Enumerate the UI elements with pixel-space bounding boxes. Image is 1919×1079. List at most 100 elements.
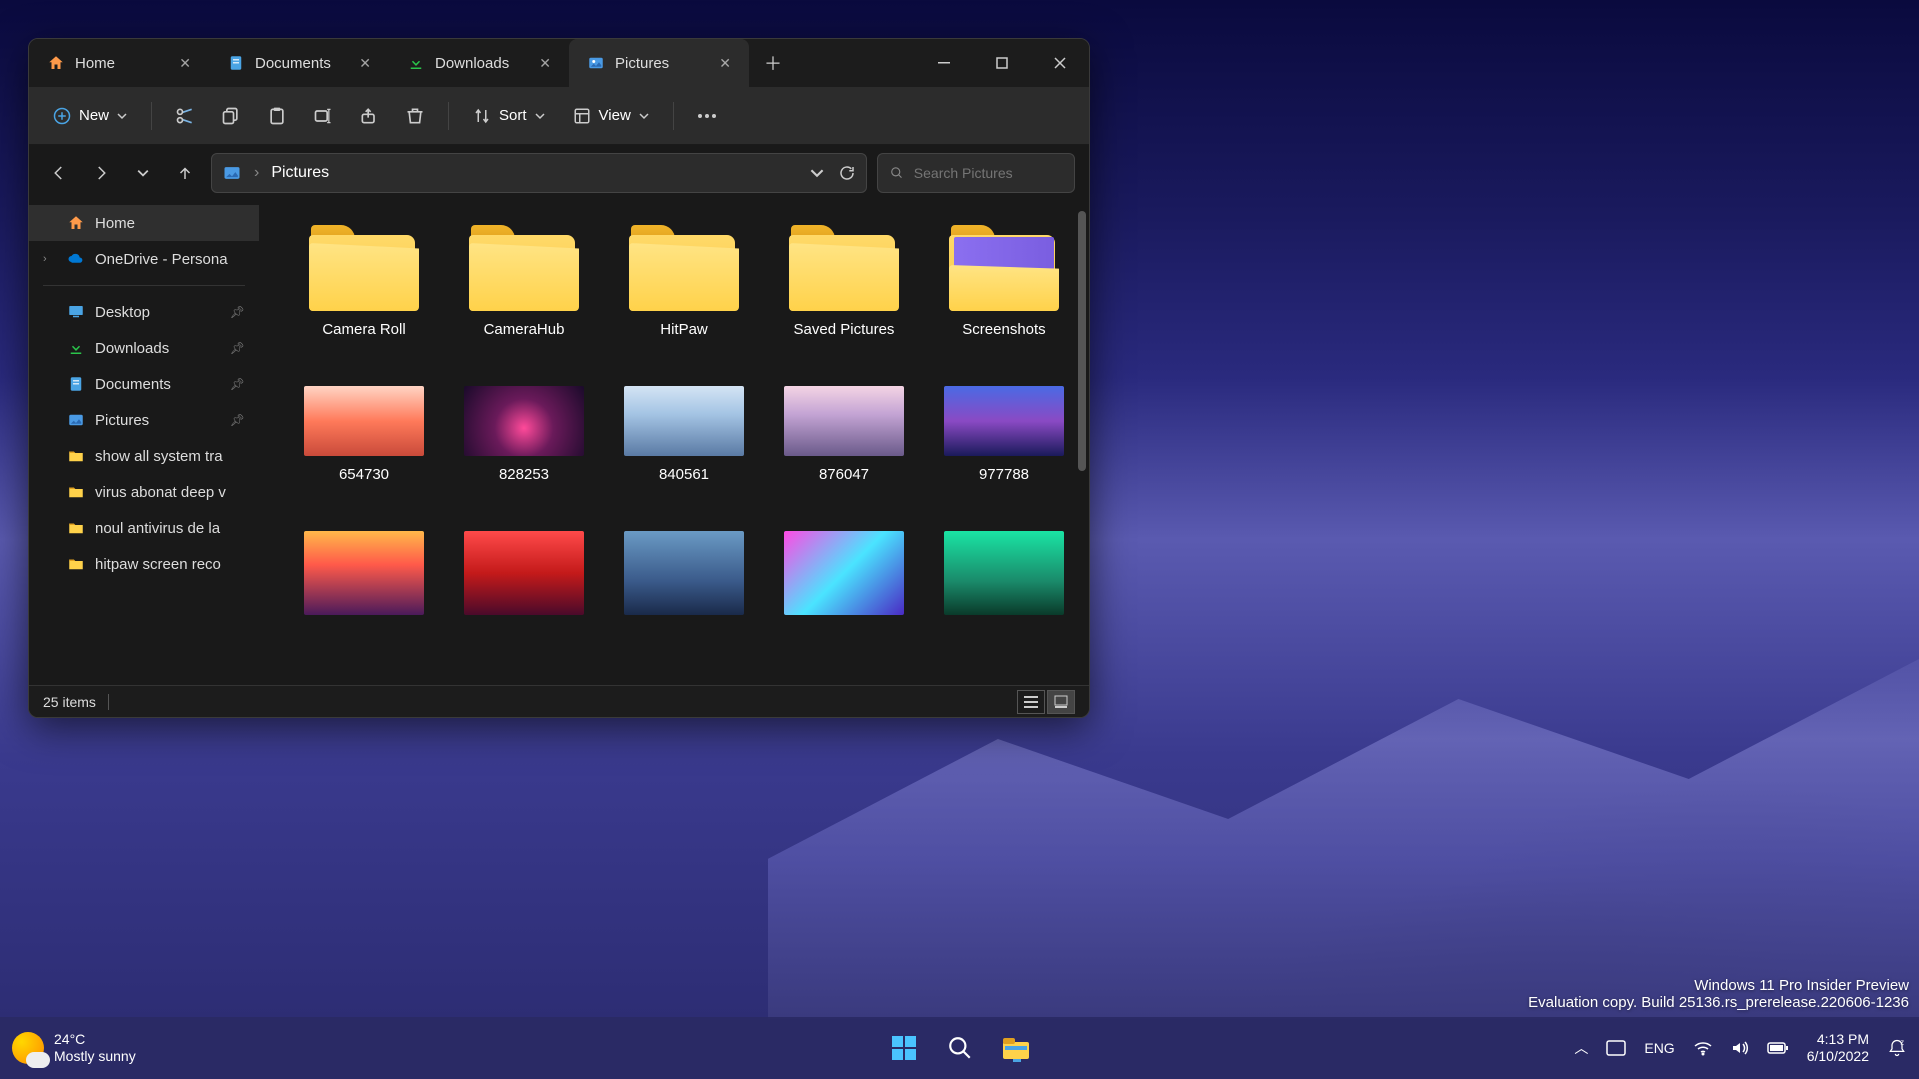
tray-chevron-icon[interactable]: ︿ bbox=[1574, 1038, 1588, 1058]
image-item[interactable] bbox=[289, 527, 439, 619]
breadcrumb[interactable]: › Pictures bbox=[211, 153, 867, 193]
view-icon bbox=[573, 107, 591, 125]
file-explorer-window: Home ✕ Documents ✕ Downloads ✕ Pictures … bbox=[28, 38, 1090, 718]
close-icon[interactable]: ✕ bbox=[715, 51, 735, 76]
image-item[interactable]: 876047 bbox=[769, 382, 919, 487]
folder-item[interactable]: Screenshots bbox=[929, 221, 1079, 342]
item-label: Saved Pictures bbox=[794, 321, 895, 338]
folder-icon bbox=[67, 555, 85, 573]
date: 6/10/2022 bbox=[1807, 1048, 1869, 1065]
sort-button[interactable]: Sort bbox=[461, 99, 557, 133]
folder-icon bbox=[67, 519, 85, 537]
scrollbar[interactable] bbox=[1078, 211, 1086, 471]
new-label: New bbox=[79, 107, 109, 124]
view-button[interactable]: View bbox=[561, 99, 661, 133]
notification-icon[interactable]: z bbox=[1887, 1038, 1907, 1058]
item-label: Camera Roll bbox=[322, 321, 405, 338]
sidebar-item[interactable]: noul antivirus de la bbox=[29, 510, 259, 546]
folder-item[interactable]: Saved Pictures bbox=[769, 221, 919, 342]
close-button[interactable] bbox=[1031, 42, 1089, 84]
maximize-button[interactable] bbox=[973, 42, 1031, 84]
sidebar-label: Downloads bbox=[95, 340, 169, 357]
image-item[interactable] bbox=[929, 527, 1079, 619]
image-item[interactable] bbox=[769, 527, 919, 619]
language-indicator[interactable]: ENG bbox=[1644, 1040, 1674, 1056]
tab-pictures[interactable]: Pictures ✕ bbox=[569, 39, 749, 87]
refresh-icon[interactable] bbox=[838, 164, 856, 182]
sidebar-item[interactable]: virus abonat deep v bbox=[29, 474, 259, 510]
sidebar-item[interactable]: Pictures📌︎ bbox=[29, 402, 259, 438]
copy-button[interactable] bbox=[210, 95, 252, 137]
new-tab-button[interactable]: ＋ bbox=[749, 39, 797, 87]
folder-icon bbox=[67, 447, 85, 465]
item-label: 977788 bbox=[979, 466, 1029, 483]
image-item[interactable]: 977788 bbox=[929, 382, 1079, 487]
rename-button[interactable] bbox=[302, 95, 344, 137]
folder-item[interactable]: CameraHub bbox=[449, 221, 599, 342]
image-item[interactable]: 654730 bbox=[289, 382, 439, 487]
forward-button[interactable] bbox=[85, 157, 117, 189]
tab-documents[interactable]: Documents ✕ bbox=[209, 39, 389, 87]
item-label: 840561 bbox=[659, 466, 709, 483]
battery-icon[interactable] bbox=[1767, 1041, 1789, 1055]
weather-desc: Mostly sunny bbox=[54, 1048, 136, 1065]
more-button[interactable] bbox=[686, 95, 728, 137]
home-icon bbox=[67, 214, 85, 232]
folder-item[interactable]: HitPaw bbox=[609, 221, 759, 342]
image-item[interactable]: 828253 bbox=[449, 382, 599, 487]
documents-icon bbox=[67, 375, 85, 393]
details-view-button[interactable] bbox=[1017, 690, 1045, 714]
delete-button[interactable] bbox=[394, 95, 436, 137]
statusbar: 25 items bbox=[29, 685, 1089, 717]
item-label: 828253 bbox=[499, 466, 549, 483]
volume-icon[interactable] bbox=[1731, 1040, 1749, 1056]
paste-button[interactable] bbox=[256, 95, 298, 137]
share-button[interactable] bbox=[348, 95, 390, 137]
sidebar-label: show all system tra bbox=[95, 448, 223, 465]
weather-temp: 24°C bbox=[54, 1031, 136, 1048]
sidebar-item[interactable]: show all system tra bbox=[29, 438, 259, 474]
chevron-right-icon[interactable]: › bbox=[43, 253, 57, 265]
search-button[interactable] bbox=[938, 1026, 982, 1070]
new-button[interactable]: New bbox=[41, 99, 139, 133]
clock[interactable]: 4:13 PM 6/10/2022 bbox=[1807, 1031, 1869, 1065]
folder-item[interactable]: Camera Roll bbox=[289, 221, 439, 342]
pictures-icon bbox=[67, 411, 85, 429]
folder-icon bbox=[789, 225, 899, 311]
image-item[interactable] bbox=[609, 527, 759, 619]
sort-label: Sort bbox=[499, 107, 527, 124]
recent-dropdown[interactable] bbox=[127, 157, 159, 189]
start-button[interactable] bbox=[882, 1026, 926, 1070]
sidebar-label: hitpaw screen reco bbox=[95, 556, 221, 573]
sidebar-item[interactable]: Downloads📌︎ bbox=[29, 330, 259, 366]
minimize-button[interactable] bbox=[915, 42, 973, 84]
tab-home[interactable]: Home ✕ bbox=[29, 39, 209, 87]
wifi-icon[interactable] bbox=[1693, 1040, 1713, 1056]
sidebar-home[interactable]: Home bbox=[29, 205, 259, 241]
tab-downloads[interactable]: Downloads ✕ bbox=[389, 39, 569, 87]
sidebar-label: Desktop bbox=[95, 304, 150, 321]
close-icon[interactable]: ✕ bbox=[535, 51, 555, 76]
image-item[interactable] bbox=[449, 527, 599, 619]
cut-button[interactable] bbox=[164, 95, 206, 137]
weather-icon bbox=[12, 1032, 44, 1064]
sidebar-label: Home bbox=[95, 215, 135, 232]
image-thumbnail bbox=[784, 531, 904, 615]
search-box[interactable] bbox=[877, 153, 1075, 193]
close-icon[interactable]: ✕ bbox=[355, 51, 375, 76]
weather-widget[interactable]: 24°C Mostly sunny bbox=[12, 1031, 136, 1065]
up-button[interactable] bbox=[169, 157, 201, 189]
thumbnails-view-button[interactable] bbox=[1047, 690, 1075, 714]
sidebar-onedrive[interactable]: › OneDrive - Persona bbox=[29, 241, 259, 277]
close-icon[interactable]: ✕ bbox=[175, 51, 195, 76]
plus-circle-icon bbox=[53, 107, 71, 125]
file-explorer-button[interactable] bbox=[994, 1026, 1038, 1070]
sidebar-item[interactable]: Desktop📌︎ bbox=[29, 294, 259, 330]
search-input[interactable] bbox=[914, 165, 1062, 181]
chevron-down-icon[interactable] bbox=[810, 166, 824, 180]
keyboard-icon[interactable] bbox=[1606, 1040, 1626, 1056]
sidebar-item[interactable]: Documents📌︎ bbox=[29, 366, 259, 402]
back-button[interactable] bbox=[43, 157, 75, 189]
sidebar-item[interactable]: hitpaw screen reco bbox=[29, 546, 259, 582]
image-item[interactable]: 840561 bbox=[609, 382, 759, 487]
